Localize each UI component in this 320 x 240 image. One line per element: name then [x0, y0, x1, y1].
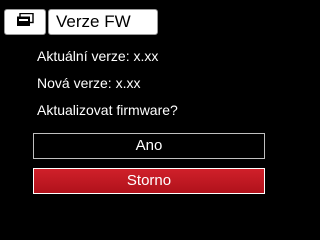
cancel-button[interactable]: Storno [33, 168, 265, 194]
firmware-card-icon [16, 12, 34, 32]
firmware-update-screen: Verze FW Aktuální verze: x.xx Nová verze… [0, 0, 299, 224]
page-title: Verze FW [48, 9, 158, 35]
update-prompt-text: Aktualizovat firmware? [37, 102, 178, 118]
yes-button[interactable]: Ano [33, 133, 265, 159]
menu-category-tab [4, 9, 46, 35]
new-version-text: Nová verze: x.xx [37, 75, 141, 91]
header-bar: Verze FW [4, 9, 158, 35]
current-version-text: Aktuální verze: x.xx [37, 48, 159, 64]
